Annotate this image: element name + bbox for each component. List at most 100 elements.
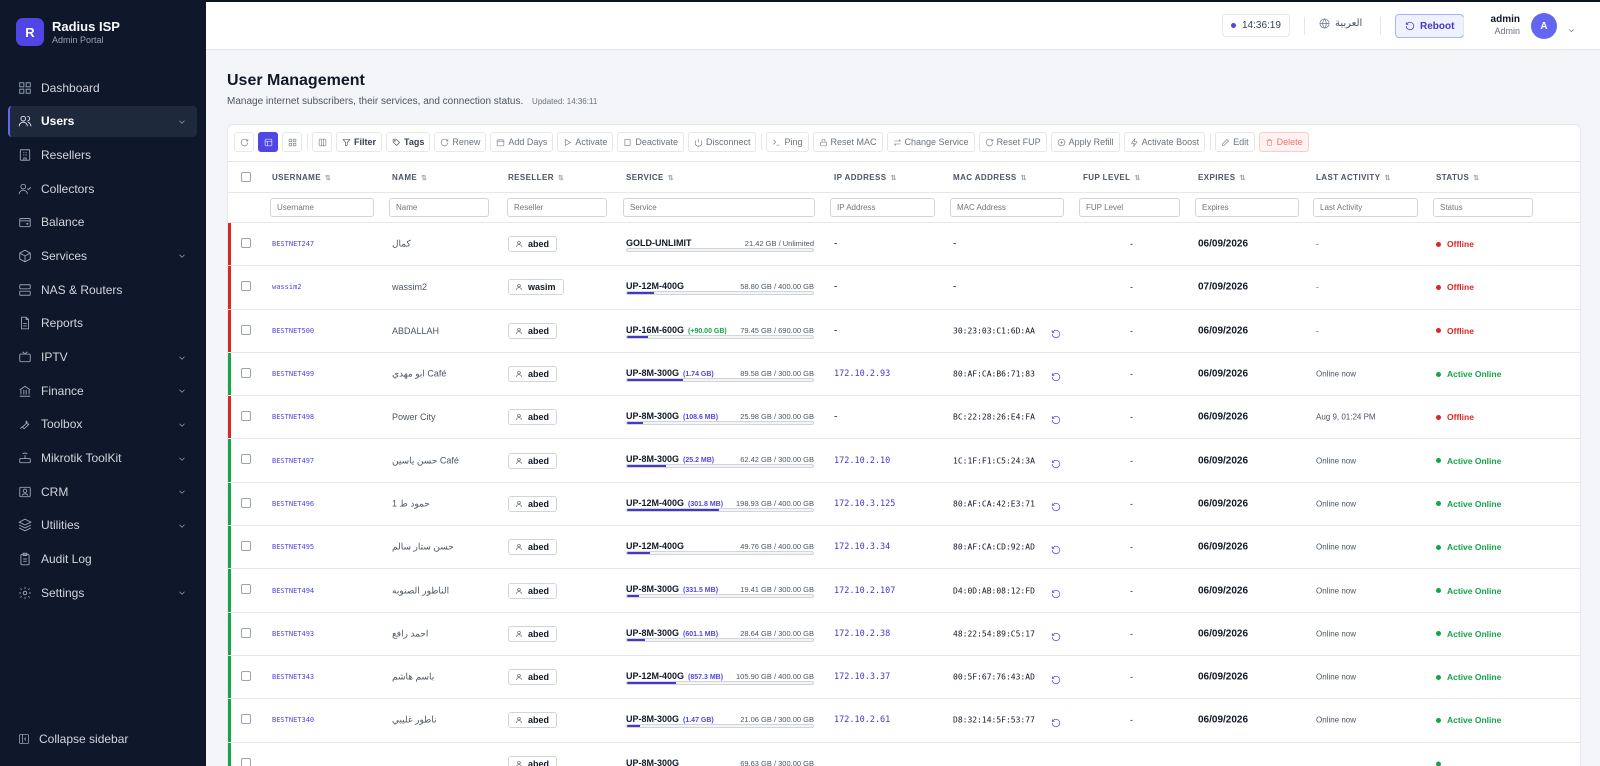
username-link[interactable]: BESTNET494: [272, 587, 314, 595]
disconnect-button[interactable]: Disconnect: [687, 132, 757, 152]
column-header[interactable]: IP ADDRESS ⇅: [834, 173, 897, 182]
username-link[interactable]: BESTNET247: [272, 240, 314, 248]
table-row[interactable]: wassim2 wassim2 wasim UP-12M-400G 58.80 GB /…: [228, 266, 1580, 310]
chevron-down-icon[interactable]: [177, 116, 187, 126]
sidebar-item-audit-log[interactable]: Audit Log: [8, 544, 197, 575]
reset-mac-icon[interactable]: [1051, 456, 1061, 468]
column-header[interactable]: EXPIRES ⇅: [1198, 173, 1246, 182]
sidebar-item-toolbox[interactable]: Toolbox: [8, 409, 197, 440]
reseller-badge[interactable]: wasim: [508, 279, 564, 296]
column-header[interactable]: SERVICE ⇅: [626, 173, 674, 182]
chevron-down-icon[interactable]: [177, 520, 187, 530]
avatar[interactable]: A: [1531, 13, 1557, 39]
column-header[interactable]: MAC ADDRESS ⇅: [953, 173, 1027, 182]
chevron-down-icon[interactable]: [177, 587, 187, 597]
sort-icon[interactable]: ⇅: [1384, 174, 1390, 182]
deactivate-button[interactable]: Deactivate: [617, 132, 684, 152]
username-link[interactable]: BESTNET495: [272, 543, 314, 551]
sidebar-item-iptv[interactable]: IPTV: [8, 342, 197, 373]
reseller-badge[interactable]: abed: [508, 669, 558, 686]
reseller-badge[interactable]: abed: [508, 495, 558, 512]
sort-icon[interactable]: ⇅: [1021, 174, 1027, 182]
row-checkbox[interactable]: [241, 757, 251, 766]
sort-icon[interactable]: ⇅: [1473, 174, 1479, 182]
reseller-badge[interactable]: abed: [508, 409, 558, 426]
table-row[interactable]: BESTNET496 حمود ط 1 abed UP-12M-400G (301.8 …: [228, 482, 1580, 527]
select-all-checkbox[interactable]: [241, 172, 251, 182]
columns-button[interactable]: [312, 132, 332, 152]
ip-address[interactable]: 172.10.3.125: [834, 499, 895, 509]
reset-mac-icon[interactable]: [1051, 715, 1061, 728]
chevron-down-icon[interactable]: [177, 385, 187, 395]
sort-icon[interactable]: ⇅: [325, 174, 331, 182]
sidebar-item-collectors[interactable]: Collectors: [8, 173, 197, 204]
user-menu[interactable]: admin Admin: [1468, 13, 1520, 37]
row-checkbox[interactable]: [241, 367, 251, 378]
brand[interactable]: R Radius ISP Admin Portal: [16, 18, 120, 46]
table-row[interactable]: abed UP-8M-300G 69.63 GB / 300.00 GB: [228, 742, 1580, 766]
sidebar-item-utilities[interactable]: Utilities: [8, 510, 197, 541]
sort-icon[interactable]: ⇅: [1239, 174, 1245, 182]
add-days-button[interactable]: Add Days: [490, 132, 554, 152]
delete-button[interactable]: Delete: [1258, 132, 1309, 152]
table-row[interactable]: BESTNET247 كمال abed GOLD-UNLIMIT 21.42 GB /…: [228, 223, 1580, 267]
reset-fup-button[interactable]: Reset FUP: [978, 132, 1047, 152]
chevron-down-icon[interactable]: [177, 352, 187, 362]
refresh-button[interactable]: [234, 132, 254, 152]
reset-mac-icon[interactable]: [1051, 499, 1061, 512]
chevron-down-icon[interactable]: [177, 419, 187, 429]
reseller-badge[interactable]: abed: [508, 322, 558, 339]
sort-icon[interactable]: ⇅: [890, 174, 896, 182]
column-filter-input[interactable]: [1433, 198, 1533, 217]
row-checkbox[interactable]: [241, 281, 251, 292]
ip-address[interactable]: 172.10.2.93: [834, 369, 890, 379]
column-header[interactable]: NAME ⇅: [392, 173, 427, 182]
table-row[interactable]: BESTNET495 حسن ستار سالم abed UP-12M-400G 49…: [228, 526, 1580, 570]
column-filter-input[interactable]: [830, 198, 935, 217]
reset-mac-icon[interactable]: [1051, 326, 1061, 338]
reseller-badge[interactable]: abed: [508, 539, 558, 556]
reseller-badge[interactable]: abed: [508, 625, 558, 642]
username-link[interactable]: BESTNET497: [272, 457, 314, 465]
column-filter-input[interactable]: [623, 198, 815, 217]
table-row[interactable]: BESTNET494 الناطور الصنوبه abed UP-8M-300G(…: [228, 569, 1580, 613]
reset-mac-icon[interactable]: [1051, 369, 1061, 382]
sidebar-item-users[interactable]: Users: [8, 105, 197, 137]
row-checkbox[interactable]: [241, 454, 251, 465]
row-checkbox[interactable]: [241, 714, 251, 725]
chevron-down-icon[interactable]: [177, 486, 187, 496]
username-link[interactable]: BESTNET500: [272, 327, 314, 335]
sidebar-item-reports[interactable]: Reports: [8, 308, 197, 339]
collapse-sidebar-button[interactable]: Collapse sidebar: [18, 732, 128, 746]
chevron-down-icon[interactable]: [177, 453, 187, 463]
reseller-badge[interactable]: abed: [508, 712, 558, 729]
column-header[interactable]: LAST ACTIVITY ⇅: [1316, 173, 1391, 182]
table-row[interactable]: BESTNET499 ابو مهدي Café abed UP-8M-300G (1.…: [228, 352, 1580, 397]
tags-button[interactable]: Tags: [386, 132, 431, 152]
column-filter-input[interactable]: [950, 198, 1064, 217]
username-link[interactable]: BESTNET340: [272, 716, 314, 724]
sidebar-item-resellers[interactable]: Resellers: [8, 139, 197, 170]
sidebar-item-finance[interactable]: Finance: [8, 375, 197, 406]
activate-boost-button[interactable]: Activate Boost: [1123, 132, 1206, 152]
reset-mac-icon[interactable]: [1051, 542, 1061, 555]
row-checkbox[interactable]: [241, 238, 251, 248]
sidebar-item-services[interactable]: Services: [8, 240, 197, 271]
reset-mac-icon[interactable]: [1051, 629, 1061, 641]
sidebar-item-nas-routers[interactable]: NAS & Routers: [8, 274, 197, 305]
sort-icon[interactable]: ⇅: [1134, 174, 1140, 182]
column-header[interactable]: FUP LEVEL ⇅: [1083, 173, 1141, 182]
ip-address[interactable]: 172.10.2.10: [834, 456, 890, 466]
change-service-button[interactable]: Change Service: [886, 132, 975, 152]
ip-address[interactable]: 172.10.3.37: [834, 672, 890, 682]
ping-button[interactable]: Ping: [766, 132, 809, 152]
ip-address[interactable]: 172.10.2.38: [834, 629, 890, 639]
sidebar-item-crm[interactable]: CRM: [8, 476, 197, 507]
ip-address[interactable]: 172.10.2.61: [834, 715, 890, 725]
username-link[interactable]: BESTNET493: [272, 630, 314, 638]
grid-view-button[interactable]: [282, 132, 302, 152]
reseller-badge[interactable]: abed: [508, 366, 558, 383]
sort-icon[interactable]: ⇅: [558, 174, 564, 182]
reset-mac-icon[interactable]: [1051, 586, 1061, 598]
reset-mac-button[interactable]: Reset MAC: [812, 132, 883, 152]
